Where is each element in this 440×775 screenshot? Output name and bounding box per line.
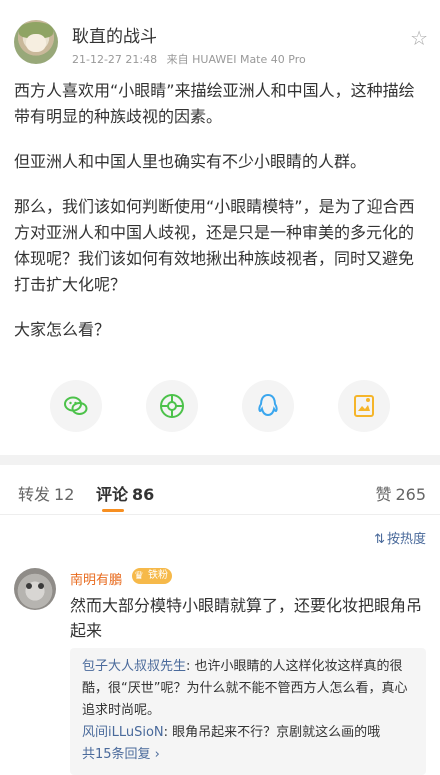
reply-author[interactable]: 风间iLLuSioN — [82, 725, 164, 740]
reply-author[interactable]: 包子大人叔叔先生 — [82, 659, 186, 674]
qq-icon — [258, 393, 278, 417]
post-time: 21-12-27 21:48 — [72, 53, 158, 66]
sort-by-hot-button[interactable]: ⇅ 按热度 — [374, 528, 426, 547]
avatar-face — [26, 34, 46, 52]
reply-item[interactable]: 包子大人叔叔先生: 也许小眼睛的人这样化妆这样真的很酷，很“厌世”呢？为什么就不… — [82, 656, 414, 722]
tab-repost-count: 12 — [54, 485, 75, 504]
qzone-share-button[interactable] — [338, 380, 390, 432]
post-source: 来自 HUAWEI Mate 40 Pro — [166, 53, 306, 66]
tab-comment[interactable]: 评论 86 — [96, 481, 154, 505]
qzone-icon — [354, 395, 374, 417]
crown-icon: ♛ — [134, 569, 144, 582]
author-avatar[interactable] — [14, 20, 58, 64]
reply-colon: : — [186, 659, 195, 674]
post-header: 耿直的战斗 21-12-27 21:48 来自 HUAWEI Mate 40 P… — [0, 0, 440, 70]
author-name[interactable]: 耿直的战斗 — [72, 22, 157, 47]
tab-comment-count: 86 — [132, 485, 155, 504]
section-divider — [0, 455, 440, 465]
post-meta: 21-12-27 21:48 来自 HUAWEI Mate 40 Pro — [72, 51, 312, 67]
tab-repost[interactable]: 转发 12 — [18, 481, 74, 505]
avatar-eye — [26, 583, 32, 589]
reply-colon: : — [163, 725, 173, 740]
reply-box[interactable]: 包子大人叔叔先生: 也许小眼睛的人这样化妆这样真的很酷，很“厌世”呢？为什么就不… — [70, 648, 426, 775]
fan-badge: ♛ 铁粉 — [132, 568, 172, 584]
tab-like-count: 265 — [395, 485, 426, 504]
interaction-tabs: 转发 12 评论 86 赞 265 — [0, 466, 440, 515]
sort-icon: ⇅ — [374, 532, 385, 547]
tab-like-label: 赞 — [375, 485, 392, 504]
more-replies-link[interactable]: 共15条回复 › — [82, 744, 414, 766]
post-paragraph: 大家怎么看？ — [14, 320, 111, 339]
avatar-eye — [38, 583, 44, 589]
comment-text: 然而大部分模特小眼睛就算了，还要化妆把眼角吊起来 — [70, 596, 423, 640]
reply-item[interactable]: 风间iLLuSioN: 眼角吊起来不行？京剧就这么画的哦 — [82, 722, 414, 744]
moments-share-button[interactable] — [146, 380, 198, 432]
tab-like[interactable]: 赞 265 — [375, 481, 426, 505]
wechat-share-button[interactable] — [50, 380, 102, 432]
wechat-icon — [64, 396, 88, 415]
post-paragraph: 但亚洲人和中国人里也确实有不少小眼睛的人群。 — [14, 152, 367, 171]
favorite-star-icon[interactable]: ☆ — [410, 26, 428, 50]
commenter-avatar[interactable] — [14, 568, 56, 610]
tab-comment-label: 评论 — [96, 485, 129, 504]
post-body: 西方人喜欢用“小眼睛”来描绘亚洲人和中国人，这种描绘带有明显的种族歧视的因素。 … — [14, 78, 428, 362]
post-paragraph: 那么，我们该如何判断使用“小眼睛模特”，是为了迎合西方对亚洲人和中国人歧视，还是… — [14, 197, 415, 294]
qq-share-button[interactable] — [242, 380, 294, 432]
tab-repost-label: 转发 — [18, 485, 51, 504]
post-paragraph: 西方人喜欢用“小眼睛”来描绘亚洲人和中国人，这种描绘带有明显的种族歧视的因素。 — [14, 81, 415, 126]
sort-label: 按热度 — [386, 532, 426, 547]
reply-text: 眼角吊起来不行？京剧就这么画的哦 — [172, 725, 381, 740]
moments-icon — [160, 394, 184, 418]
commenter-name[interactable]: 南明有鵬 — [70, 569, 122, 588]
active-tab-indicator — [102, 509, 124, 512]
fan-badge-label: 铁粉 — [148, 570, 168, 581]
share-row — [0, 380, 440, 436]
